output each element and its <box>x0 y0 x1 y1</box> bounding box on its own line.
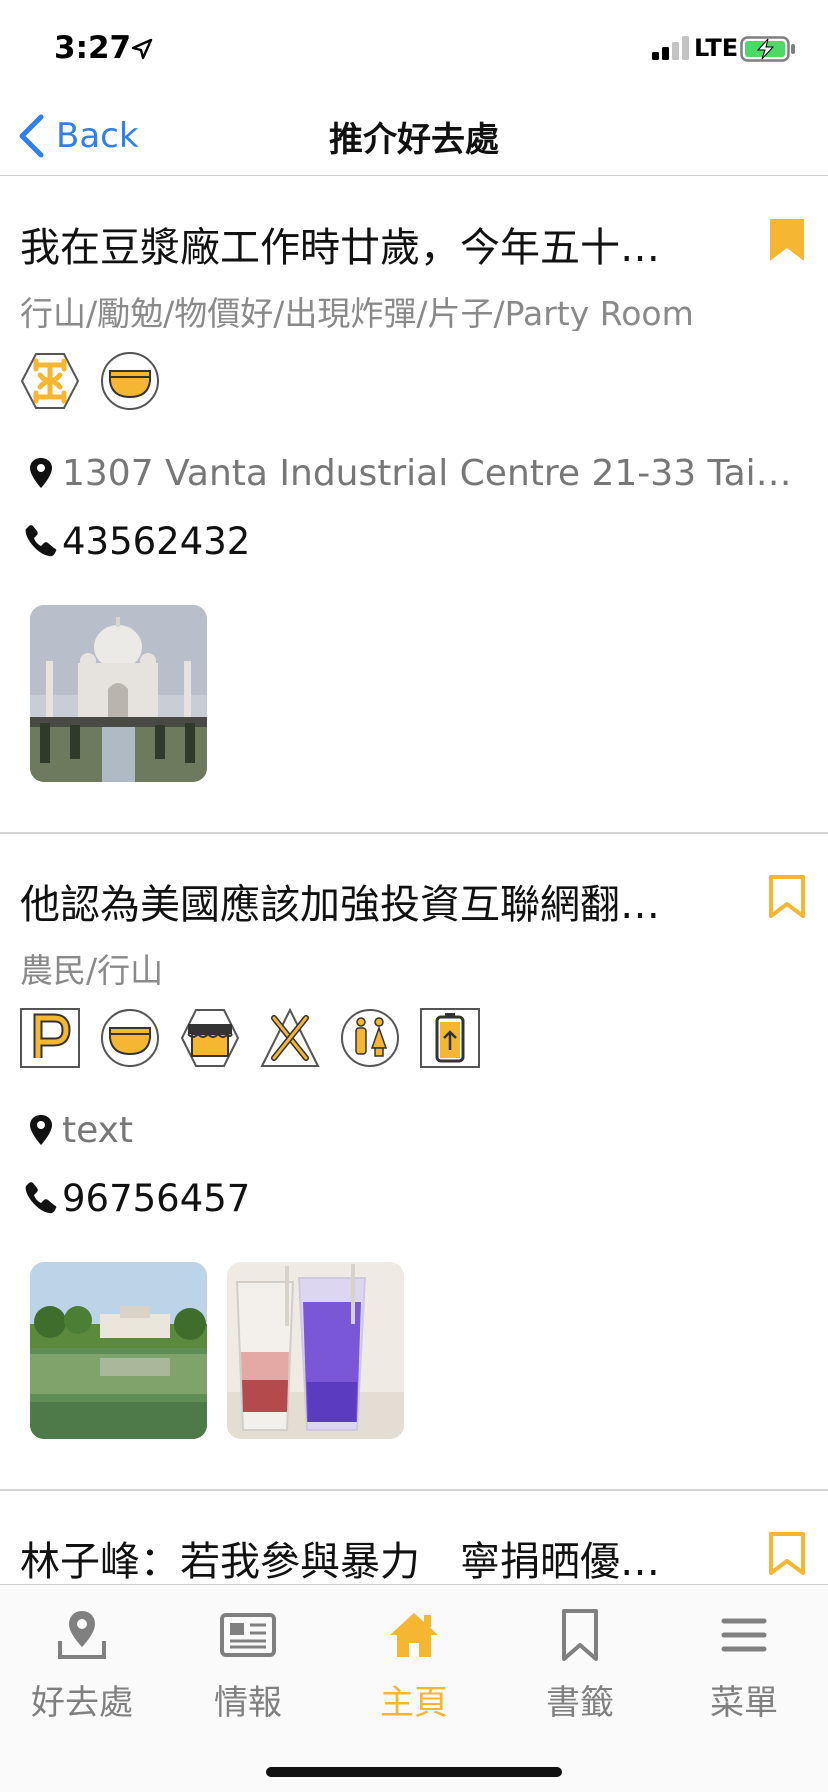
tab-label: 主頁 <box>380 1683 448 1723</box>
phone-row[interactable]: 43562432 <box>20 511 808 571</box>
facility-icons <box>20 351 808 415</box>
facility-icons <box>20 1008 808 1072</box>
parking-icon <box>20 1008 80 1068</box>
chevron-left-icon <box>19 114 44 158</box>
newspaper-icon <box>220 1613 276 1657</box>
map-pin-icon <box>58 1611 106 1659</box>
tab-menu[interactable]: 菜單 <box>674 1585 814 1725</box>
tab-bookmarks[interactable]: 書籤 <box>510 1585 650 1725</box>
place-tags: 行山/勵勉/物價好/出現炸彈/片子/Party Room <box>20 294 694 331</box>
lake-photo[interactable] <box>30 1262 207 1439</box>
food-icon <box>260 1008 320 1067</box>
home-indicator <box>266 1767 562 1777</box>
bookmark-outline-icon[interactable] <box>766 874 808 920</box>
location-pin-icon <box>30 458 52 488</box>
phone-icon <box>25 1182 57 1214</box>
photo-gallery <box>30 1262 808 1489</box>
place-list[interactable]: 我在豆漿廠工作時廿歲，今年五十… 行山/勵勉/物價好/出現炸彈/片子/Party… <box>0 177 828 1584</box>
back-button[interactable]: Back <box>16 108 139 164</box>
place-title[interactable]: 他認為美國應該加強投資互聯網翻… <box>20 872 740 930</box>
card-header: 我在豆漿廠工作時廿歲，今年五十… <box>20 177 808 287</box>
address-text: 1307 Vanta Industrial Centre 21-33 Tai L… <box>62 452 802 494</box>
place-tags: 農民/行山 <box>20 951 164 988</box>
tab-label: 情報 <box>214 1683 282 1723</box>
place-card[interactable]: 我在豆漿廠工作時廿歲，今年五十… 行山/勵勉/物價好/出現炸彈/片子/Party… <box>0 177 828 834</box>
tab-label: 菜單 <box>710 1683 778 1723</box>
card-header: 林子峰：若我參與暴力 寧捐晒優… <box>20 1491 808 1584</box>
charging-icon <box>420 1008 480 1068</box>
toilet-icon <box>341 1009 399 1067</box>
cellular-signal-icon <box>652 36 689 60</box>
tab-label: 書籤 <box>546 1683 614 1723</box>
tab-bar: 好去處 情報 主頁 書籤 菜單 <box>0 1584 828 1792</box>
shop-icon <box>180 1009 240 1067</box>
tab-label: 好去處 <box>31 1683 133 1723</box>
place-title[interactable]: 我在豆漿廠工作時廿歲，今年五十… <box>20 215 740 273</box>
back-button-label: Back <box>56 116 139 156</box>
network-type: LTE <box>694 34 739 62</box>
drinks-photo[interactable] <box>227 1262 404 1439</box>
status-time: 3:27 <box>54 30 132 66</box>
bookmark-outline-icon[interactable] <box>766 1531 808 1577</box>
address-row[interactable]: 1307 Vanta Industrial Centre 21-33 Tai L… <box>20 443 808 503</box>
status-bar: 3:27 LTE <box>0 0 828 100</box>
phone-text: 96756457 <box>62 1176 251 1220</box>
location-pin-icon <box>30 1115 52 1145</box>
phone-text: 43562432 <box>62 519 251 563</box>
place-card[interactable]: 他認為美國應該加強投資互聯網翻… 農民/行山 text 96756457 <box>0 834 828 1491</box>
home-icon <box>390 1613 438 1657</box>
diaper-icon <box>101 352 159 410</box>
place-card[interactable]: 林子峰：若我參與暴力 寧捐晒優… <box>0 1491 828 1584</box>
tab-home[interactable]: 主頁 <box>344 1585 484 1725</box>
battery-charging-icon <box>740 36 795 62</box>
diaper-icon <box>101 1009 159 1067</box>
address-row[interactable]: text <box>20 1100 808 1160</box>
phone-row[interactable]: 96756457 <box>20 1168 808 1228</box>
bookmark-icon <box>562 1609 598 1661</box>
phone-icon <box>25 525 57 557</box>
taj-mahal-photo[interactable] <box>30 605 207 782</box>
place-title[interactable]: 林子峰：若我參與暴力 寧捐晒優… <box>20 1529 740 1584</box>
address-text: text <box>62 1109 134 1151</box>
menu-icon <box>721 1618 767 1652</box>
bookmark-filled-icon[interactable] <box>766 217 808 263</box>
navigation-bar: Back 推介好去處 <box>0 100 828 176</box>
tab-news[interactable]: 情報 <box>178 1585 318 1725</box>
location-arrow-icon <box>131 38 153 60</box>
mtr-icon <box>20 353 80 409</box>
tab-places[interactable]: 好去處 <box>12 1585 152 1725</box>
card-header: 他認為美國應該加強投資互聯網翻… <box>20 834 808 944</box>
photo-gallery <box>30 605 808 832</box>
